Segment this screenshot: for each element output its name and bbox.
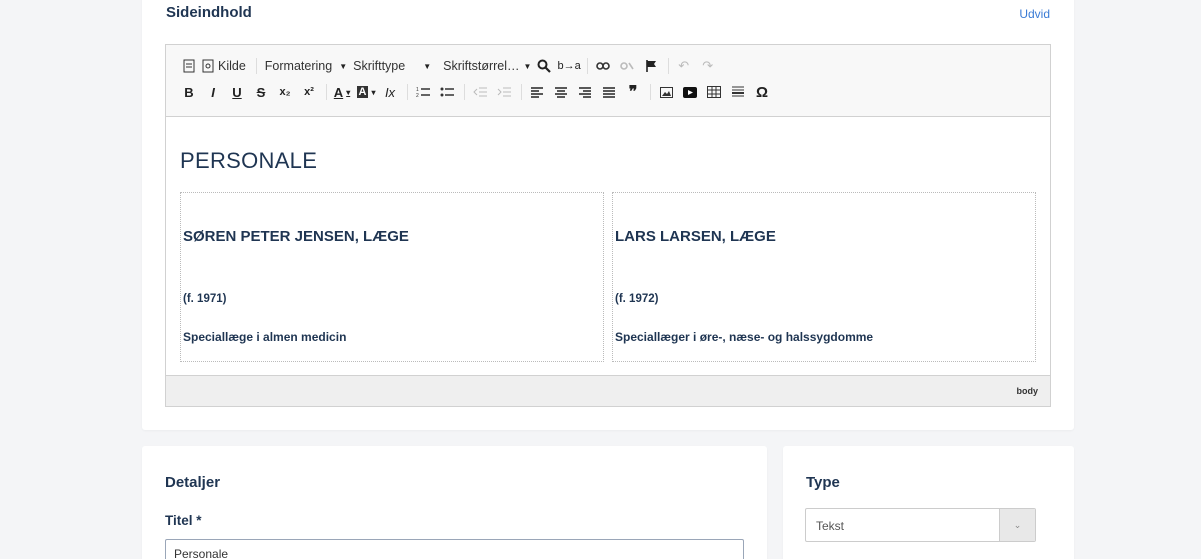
- toolbar-separator: [667, 58, 669, 74]
- content-card: Sideindhold Udvid Kilde Formatering ▼ Skr…: [142, 0, 1074, 430]
- caret-down-icon: ▼: [339, 61, 348, 71]
- staff-birth-year: (f. 1971): [183, 293, 227, 305]
- type-card: Type Tekst ⌄: [783, 446, 1074, 559]
- staff-birth-year: (f. 1972): [615, 293, 659, 305]
- title-input[interactable]: [165, 539, 744, 559]
- search-icon[interactable]: [533, 55, 555, 77]
- editor-content-area[interactable]: PERSONALE SØREN PETER JENSEN, LÆGE (f. 1…: [166, 118, 1050, 376]
- indent-icon[interactable]: [493, 81, 515, 103]
- caret-down-icon: ▼: [523, 61, 532, 71]
- unlink-icon[interactable]: [616, 55, 638, 77]
- horizontal-line-icon[interactable]: [727, 81, 749, 103]
- bg-color-label: A: [356, 86, 369, 98]
- table-cell-left[interactable]: SØREN PETER JENSEN, LÆGE (f. 1971) Speci…: [180, 192, 604, 362]
- replace-icon[interactable]: b→a: [557, 55, 580, 77]
- new-page-icon[interactable]: [178, 55, 200, 77]
- chevron-down-icon[interactable]: ⌄: [999, 509, 1035, 541]
- toolbar-separator: [255, 58, 257, 74]
- type-select-value: Tekst: [816, 519, 845, 533]
- superscript-button[interactable]: x²: [298, 81, 320, 103]
- bg-color-button[interactable]: A ▾: [355, 81, 377, 103]
- italic-button[interactable]: I: [202, 81, 224, 103]
- rich-text-editor: Kilde Formatering ▼ Skrifttype ▼ Skriftstø…: [165, 44, 1051, 407]
- size-label: Skriftstørrel…: [443, 59, 520, 73]
- image-icon[interactable]: [655, 81, 677, 103]
- type-heading: Type: [806, 474, 840, 491]
- format-label: Formatering: [264, 59, 333, 73]
- toolbar-row-1: Kilde Formatering ▼ Skrifttype ▼ Skriftstø…: [178, 54, 1038, 78]
- subscript-button[interactable]: x₂: [274, 81, 296, 103]
- caret-down-icon: ▾: [371, 87, 376, 97]
- align-left-icon[interactable]: [526, 81, 548, 103]
- blockquote-button[interactable]: ❞: [622, 81, 644, 103]
- redo-icon[interactable]: ↷: [697, 55, 719, 77]
- font-dropdown[interactable]: Skrifttype ▼: [349, 55, 431, 77]
- source-label: Kilde: [218, 59, 246, 73]
- undo-icon[interactable]: ↶: [673, 55, 695, 77]
- toolbar-separator: [521, 84, 522, 100]
- toolbar-separator: [650, 84, 651, 100]
- details-card: Detaljer Titel *: [142, 446, 767, 559]
- editor-toolbar: Kilde Formatering ▼ Skrifttype ▼ Skriftstø…: [166, 45, 1050, 117]
- toolbar-row-2: B I U S x₂ x² A ▾ A ▾ Ix 12 ❞ Ω: [178, 80, 1038, 104]
- toolbar-separator: [464, 84, 465, 100]
- underline-button[interactable]: U: [226, 81, 248, 103]
- special-char-button[interactable]: Ω: [751, 81, 773, 103]
- section-title: Sideindhold: [166, 4, 252, 21]
- link-icon[interactable]: [592, 55, 614, 77]
- align-right-icon[interactable]: [574, 81, 596, 103]
- element-path[interactable]: body: [1017, 386, 1039, 396]
- toolbar-separator: [586, 58, 588, 74]
- caret-down-icon: ▼: [423, 61, 432, 71]
- font-label: Skrifttype: [353, 59, 406, 73]
- source-button[interactable]: Kilde: [202, 55, 250, 77]
- text-color-label: A: [333, 84, 344, 100]
- caret-down-icon: ▾: [346, 87, 351, 97]
- size-dropdown[interactable]: Skriftstørrel… ▼: [439, 55, 531, 77]
- anchor-flag-icon[interactable]: [640, 55, 662, 77]
- title-field-label: Titel *: [165, 513, 202, 528]
- content-heading: PERSONALE: [180, 148, 318, 173]
- outdent-icon[interactable]: [469, 81, 491, 103]
- bullet-list-icon[interactable]: [436, 81, 458, 103]
- type-select[interactable]: Tekst ⌄: [805, 508, 1036, 542]
- align-center-icon[interactable]: [550, 81, 572, 103]
- staff-name: LARS LARSEN, LÆGE: [615, 228, 776, 245]
- bold-button[interactable]: B: [178, 81, 200, 103]
- toolbar-separator: [326, 84, 327, 100]
- numbered-list-icon[interactable]: 12: [412, 81, 434, 103]
- expand-link[interactable]: Udvid: [1019, 7, 1050, 21]
- source-icon: [202, 59, 214, 73]
- svg-text:2: 2: [416, 93, 419, 98]
- format-dropdown[interactable]: Formatering ▼: [261, 55, 347, 77]
- table-icon[interactable]: [703, 81, 725, 103]
- toolbar-separator: [407, 84, 408, 100]
- remove-format-button[interactable]: Ix: [379, 81, 401, 103]
- details-heading: Detaljer: [165, 474, 221, 491]
- text-color-button[interactable]: A ▾: [331, 81, 353, 103]
- editor-statusbar: body: [166, 375, 1050, 406]
- video-icon[interactable]: [679, 81, 701, 103]
- table-cell-right[interactable]: LARS LARSEN, LÆGE (f. 1972) Speciallæger…: [612, 192, 1036, 362]
- strikethrough-button[interactable]: S: [250, 81, 272, 103]
- staff-specialty: Speciallæger i øre-, næse- og halssygdom…: [615, 330, 874, 344]
- staff-name: SØREN PETER JENSEN, LÆGE: [183, 228, 409, 245]
- staff-specialty: Speciallæge i almen medicin: [183, 330, 347, 344]
- align-justify-icon[interactable]: [598, 81, 620, 103]
